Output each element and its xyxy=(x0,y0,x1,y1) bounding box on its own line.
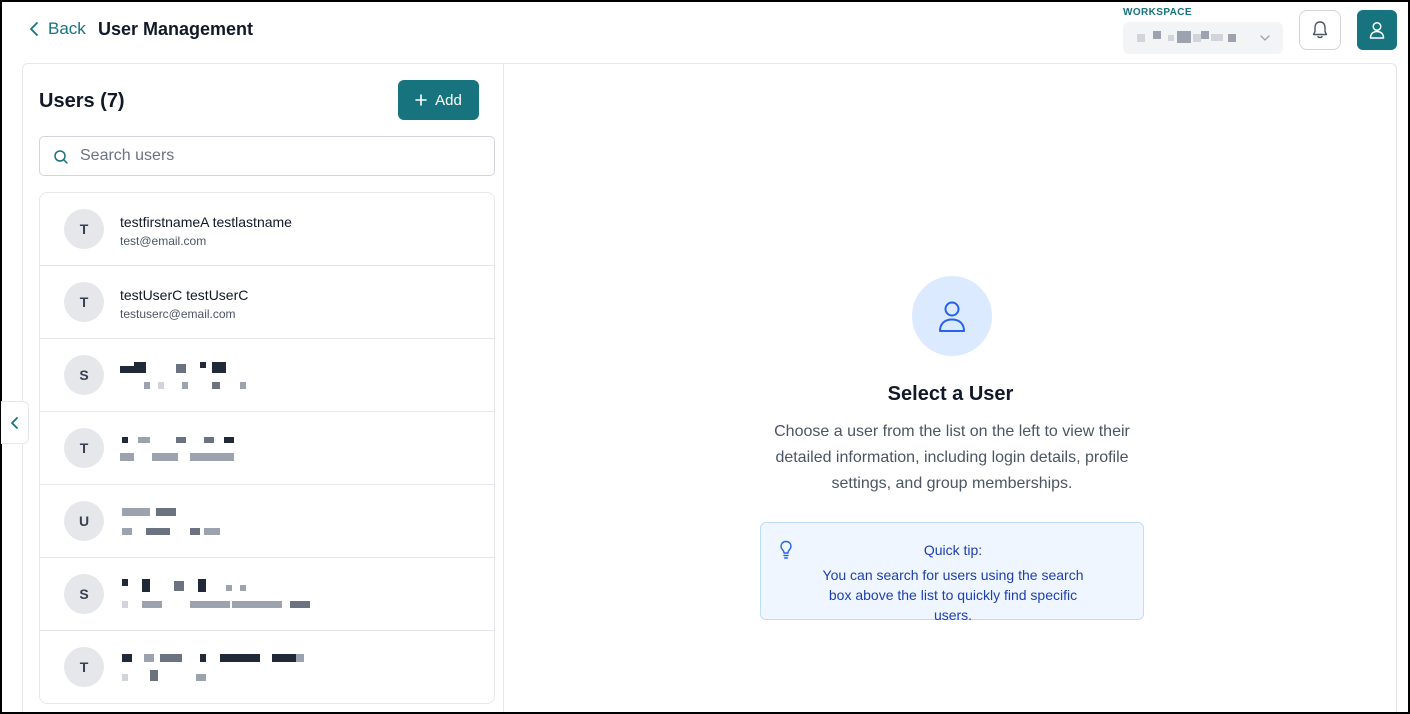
add-label: Add xyxy=(435,91,462,109)
detail-panel: Select a User Choose a user from the lis… xyxy=(504,63,1397,714)
search-box xyxy=(39,136,495,176)
empty-state-icon-circle xyxy=(912,276,992,356)
avatar: T xyxy=(64,209,104,249)
plus-icon xyxy=(415,94,427,106)
top-header: Back User Management WORKSPACE xyxy=(0,0,1410,62)
user-menu-button[interactable] xyxy=(1357,10,1397,50)
user-email: testuserc@email.com xyxy=(120,307,236,321)
users-panel: Users (7) Add T testfirstnameA testlastn… xyxy=(22,63,504,714)
notifications-button[interactable] xyxy=(1299,10,1341,50)
bell-icon xyxy=(1312,21,1328,39)
empty-state-title: Select a User xyxy=(887,383,1014,405)
search-icon xyxy=(54,150,68,164)
workspace-select[interactable] xyxy=(1123,22,1283,54)
collapse-sidebar-button[interactable] xyxy=(1,401,29,444)
tip-text: You can search for users using the searc… xyxy=(822,567,1084,623)
avatar: T xyxy=(64,647,104,687)
chevron-down-icon xyxy=(1260,35,1270,41)
add-user-button[interactable]: Add xyxy=(398,80,479,120)
empty-state-description: Choose a user from the list on the left … xyxy=(774,423,1130,492)
quick-tip-box: Quick tip: You can search for users usin… xyxy=(760,522,1144,623)
chevron-left-icon xyxy=(10,416,18,429)
user-email: test@email.com xyxy=(120,234,207,248)
tip-title: Quick tip: xyxy=(923,542,983,558)
users-title: Users (7) xyxy=(39,90,125,112)
back-label: Back xyxy=(48,19,86,38)
user-row[interactable]: S xyxy=(40,558,494,631)
avatar: T xyxy=(64,428,104,468)
search-input[interactable] xyxy=(80,137,480,175)
avatar: S xyxy=(64,355,104,395)
avatar: S xyxy=(64,574,104,614)
back-button[interactable]: Back xyxy=(28,19,86,39)
user-name: testUserC testUserC xyxy=(120,287,249,303)
user-row[interactable]: T testUserC testUserC testuserc@email.co… xyxy=(40,266,494,339)
user-icon xyxy=(939,301,965,332)
workspace-label: WORKSPACE xyxy=(1123,7,1192,18)
user-row[interactable]: T xyxy=(40,412,494,485)
user-row[interactable]: T xyxy=(40,631,494,703)
user-row[interactable]: U xyxy=(40,485,494,558)
avatar: U xyxy=(64,501,104,541)
users-list: T testfirstnameA testlastname test@email… xyxy=(39,192,495,704)
avatar: T xyxy=(64,282,104,322)
user-name: testfirstnameA testlastname xyxy=(120,214,292,230)
chevron-left-icon xyxy=(30,22,38,36)
user-row[interactable]: S xyxy=(40,339,494,412)
user-icon xyxy=(1369,21,1385,39)
user-row[interactable]: T testfirstnameA testlastname test@email… xyxy=(40,193,494,266)
page-title: User Management xyxy=(98,19,254,39)
